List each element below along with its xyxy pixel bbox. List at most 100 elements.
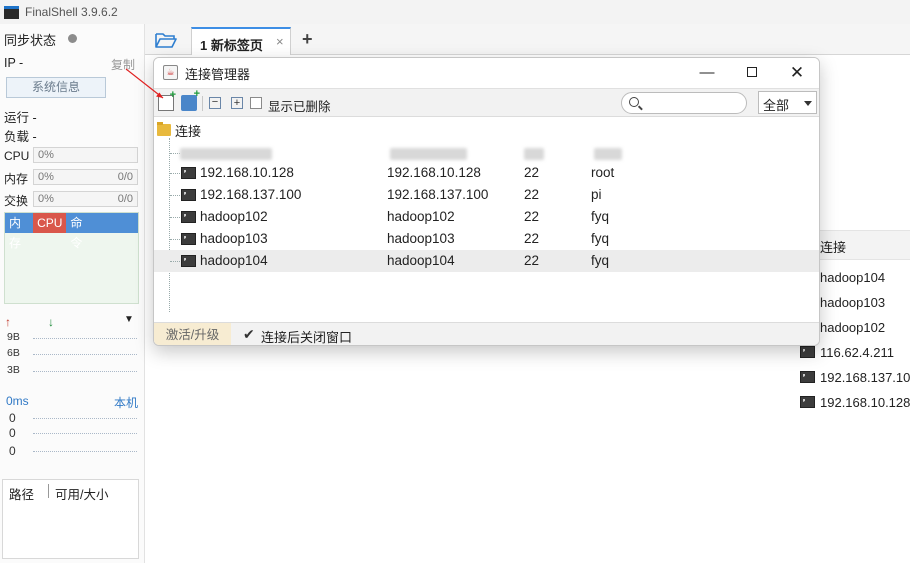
- terminal-icon: [800, 346, 815, 358]
- column-separator: [48, 484, 49, 498]
- app-titlebar: FinalShell 3.9.6.2: [0, 0, 910, 24]
- search-icon: [629, 97, 639, 107]
- net-level-2: 6B: [7, 347, 20, 359]
- sync-status-dot: [68, 34, 77, 43]
- close-after-connect-label[interactable]: 连接后关闭窗口: [261, 327, 352, 345]
- tab-new-tab[interactable]: 1 新标签页 ×: [191, 27, 291, 55]
- connection-host: 192.168.10.128: [387, 165, 481, 180]
- bg-list-item[interactable]: hadoop103: [820, 295, 885, 310]
- swap-value: 0%: [38, 193, 54, 205]
- ping-grid-line: [33, 451, 137, 452]
- connection-host: 192.168.137.100: [387, 187, 489, 202]
- bg-list-header: 连接: [820, 240, 847, 255]
- redacted-text: [390, 148, 467, 160]
- copy-ip-link[interactable]: 复制: [111, 56, 135, 73]
- net-level-1: 9B: [7, 331, 20, 343]
- swap-meter: 0% 0/0: [33, 191, 138, 207]
- add-tab-button[interactable]: +: [302, 29, 313, 50]
- open-folder-icon[interactable]: [155, 32, 177, 48]
- mem-ratio: 0/0: [117, 171, 133, 183]
- connection-host: hadoop103: [387, 231, 455, 246]
- load-label: 负载 -: [4, 130, 37, 144]
- chart-tab-mem[interactable]: 内存: [5, 213, 34, 250]
- search-box[interactable]: [621, 92, 747, 114]
- net-menu-chevron-icon[interactable]: ▼: [124, 314, 134, 325]
- dialog-toolbar: − + 显示已删除 全部: [154, 88, 819, 117]
- new-connection-icon[interactable]: [158, 89, 176, 111]
- arrow-down-icon: ↓: [48, 315, 54, 329]
- tree-branch: [170, 239, 180, 240]
- dialog-statusbar: 激活/升级 ✔ 连接后关闭窗口: [154, 322, 819, 345]
- connection-name: 192.168.10.128: [200, 165, 294, 180]
- close-button[interactable]: ✕: [779, 62, 815, 84]
- tree-branch: [170, 173, 180, 174]
- terminal-icon: [181, 255, 196, 267]
- sidebar: 同步状态 IP - 复制 系统信息 运行 - 负载 - CPU 0% 内存 0%…: [0, 24, 145, 563]
- connection-row[interactable]: 192.168.10.128 192.168.10.128 22 root: [154, 162, 819, 184]
- run-label: 运行 -: [4, 111, 37, 125]
- connection-name: hadoop104: [200, 253, 268, 268]
- bg-list-item[interactable]: 116.62.4.211: [820, 345, 894, 360]
- filter-select[interactable]: 全部: [758, 91, 817, 114]
- connection-host: hadoop104: [387, 253, 455, 268]
- dialog-titlebar[interactable]: ☕ 连接管理器 — ✕: [154, 58, 819, 88]
- mem-label: 内存: [4, 172, 29, 186]
- ping-target[interactable]: 本机: [114, 394, 138, 411]
- filter-select-value: 全部: [763, 98, 790, 113]
- tab-close-icon[interactable]: ×: [276, 34, 284, 49]
- connection-port: 22: [524, 253, 540, 268]
- tab-new-tab-label: 1 新标签页: [200, 38, 263, 53]
- connection-row[interactable]: 192.168.137.100 192.168.137.100 22 pi: [154, 184, 819, 206]
- tree-branch: [170, 261, 180, 262]
- disk-col-avail[interactable]: 可用/大小: [55, 484, 108, 503]
- ping-value-2: 0: [9, 426, 16, 440]
- bg-list-item[interactable]: 192.168.10.128: [820, 395, 910, 410]
- connection-row[interactable]: hadoop103 hadoop103 22 fyq: [154, 228, 819, 250]
- minimize-button[interactable]: —: [689, 62, 725, 84]
- new-folder-icon[interactable]: [181, 88, 200, 111]
- connection-name: hadoop103: [200, 231, 268, 246]
- connection-row[interactable]: hadoop102 hadoop102 22 fyq: [154, 206, 819, 228]
- java-app-icon: ☕: [163, 65, 178, 80]
- collapse-all-icon[interactable]: −: [209, 97, 221, 109]
- tree-branch: [170, 195, 180, 196]
- ping-grid-line: [33, 433, 137, 434]
- expand-all-icon[interactable]: +: [231, 97, 243, 109]
- connection-name: hadoop102: [200, 209, 268, 224]
- disk-table-header: 路径 可用/大小: [3, 480, 138, 502]
- show-deleted-checkbox[interactable]: [250, 97, 262, 109]
- chart-tabs: 内存 CPU 命令: [5, 213, 138, 250]
- connection-port: 22: [524, 165, 540, 180]
- ping-latency: 0ms: [6, 394, 29, 408]
- toolbar-separator: [202, 96, 203, 111]
- app-logo-icon: [4, 5, 20, 19]
- tree-root-label[interactable]: 连接: [175, 121, 201, 140]
- bg-list-item[interactable]: hadoop104: [820, 270, 885, 285]
- chart-tab-cmd[interactable]: 命令: [66, 213, 95, 250]
- connection-user: fyq: [591, 231, 610, 246]
- redacted-text: [594, 148, 622, 160]
- connection-port: 22: [524, 231, 540, 246]
- maximize-button[interactable]: [734, 62, 770, 84]
- terminal-icon: [181, 211, 196, 223]
- system-info-button[interactable]: 系统信息: [6, 77, 106, 98]
- net-grid-line: [33, 338, 137, 339]
- net-grid-line: [33, 354, 137, 355]
- close-after-connect-checkbox[interactable]: ✔: [243, 327, 255, 341]
- connection-port: 22: [524, 187, 540, 202]
- connection-user: root: [591, 165, 615, 180]
- search-input[interactable]: [644, 95, 742, 111]
- bg-list-item[interactable]: hadoop102: [820, 320, 885, 335]
- mem-value: 0%: [38, 171, 54, 183]
- arrow-up-icon: ↑: [5, 315, 11, 329]
- connection-host: hadoop102: [387, 209, 455, 224]
- tree-branch: [170, 217, 180, 218]
- bg-list-item[interactable]: 192.168.137.10: [820, 370, 910, 385]
- show-deleted-label[interactable]: 显示已删除: [268, 96, 331, 115]
- cpu-meter: 0%: [33, 147, 138, 163]
- chart-tab-cpu[interactable]: CPU: [33, 213, 67, 233]
- disk-col-path[interactable]: 路径: [9, 484, 34, 503]
- connection-row-selected[interactable]: hadoop104 hadoop104 22 fyq: [154, 250, 819, 272]
- cpu-value: 0%: [38, 149, 54, 161]
- activate-upgrade-button[interactable]: 激活/升级: [154, 323, 231, 345]
